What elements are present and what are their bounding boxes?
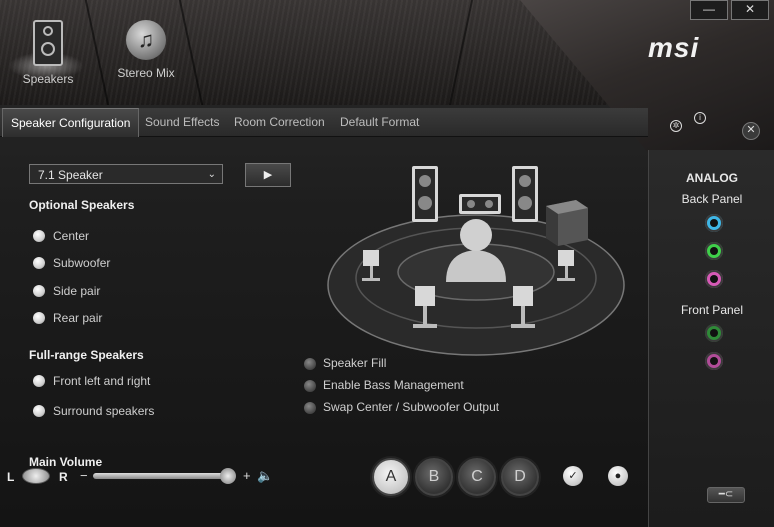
minimize-icon: — — [703, 2, 715, 16]
toggle-swap-center-sub[interactable] — [304, 401, 316, 414]
back-jack-pink[interactable] — [705, 270, 723, 288]
speaker-config-value: 7.1 Speaker — [38, 168, 103, 182]
option-bass-management-label: Enable Bass Management — [323, 378, 464, 392]
speaker-config-select[interactable]: 7.1 Speaker ⌄ — [29, 164, 223, 184]
speaker-volume-icon[interactable]: 🔈 — [257, 468, 273, 484]
option-rear-pair-label: Rear pair — [53, 310, 103, 325]
tab-stereo-mix-label: Stereo Mix — [117, 66, 175, 80]
analog-title: ANALOG — [686, 171, 738, 185]
tab-default-format[interactable]: Default Format — [332, 108, 427, 136]
balance-slider[interactable] — [22, 468, 50, 484]
front-left-speaker-icon — [412, 166, 438, 222]
front-right-speaker-icon — [512, 166, 538, 222]
close-icon: ✕ — [744, 2, 756, 16]
play-test-button[interactable]: ▶ — [245, 163, 291, 187]
option-side-pair[interactable]: Side pair — [33, 283, 100, 299]
wrench-icon[interactable]: ━⊂ — [707, 487, 745, 503]
speaker-layout-illustration — [327, 166, 625, 356]
volume-minus-icon: − — [80, 468, 88, 483]
play-icon: ▶ — [263, 169, 273, 181]
check-icon[interactable]: ✓ — [563, 466, 583, 486]
option-front-left-right[interactable]: Front left and right — [33, 373, 150, 389]
subwoofer-icon — [546, 200, 588, 246]
microphone-icon[interactable]: ● — [608, 466, 628, 486]
music-note-icon: ♫ — [126, 20, 166, 60]
device-a-button[interactable]: A — [372, 458, 410, 496]
option-surround-speakers-label: Surround speakers — [53, 403, 155, 418]
device-b-button[interactable]: B — [415, 458, 453, 496]
back-jack-blue[interactable] — [705, 214, 723, 232]
close-panel-icon[interactable]: ✕ — [742, 122, 760, 140]
device-d-button[interactable]: D — [501, 458, 539, 496]
tab-room-correction[interactable]: Room Correction — [226, 108, 333, 136]
tab-stereo-mix[interactable]: ♫ Stereo Mix — [101, 20, 191, 80]
back-jack-green[interactable] — [705, 242, 723, 260]
main-volume-title: Main Volume — [29, 455, 103, 469]
full-range-speakers-title: Full-range Speakers — [29, 348, 144, 362]
toggle-bass-management[interactable] — [304, 379, 316, 392]
volume-plus-icon: + — [243, 468, 251, 483]
option-subwoofer-label: Subwoofer — [53, 255, 111, 270]
checkbox-subwoofer[interactable] — [33, 256, 45, 269]
analog-panel: ANALOG Back Panel Front Panel ━⊂ — [648, 150, 774, 527]
front-panel-title: Front Panel — [680, 303, 744, 317]
checkbox-front-left-right[interactable] — [33, 374, 45, 387]
option-subwoofer[interactable]: Subwoofer — [33, 255, 110, 271]
gear-icon[interactable]: ✲ — [670, 120, 682, 132]
balance-right-label: R — [59, 470, 68, 484]
tab-speaker-configuration[interactable]: Speaker Configuration — [2, 108, 140, 137]
tab-speakers-label: Speakers — [22, 72, 74, 86]
app-window: Speakers ♫ Stereo Mix msi — ✕ Speaker Co… — [0, 0, 774, 527]
header-divider — [448, 0, 474, 105]
option-speaker-fill-label: Speaker Fill — [323, 356, 387, 370]
optional-speakers-title: Optional Speakers — [29, 198, 135, 212]
front-jack-pink[interactable] — [705, 352, 723, 370]
option-rear-pair[interactable]: Rear pair — [33, 310, 102, 326]
option-swap-center-sub[interactable]: Swap Center / Subwoofer Output — [304, 400, 499, 414]
center-speaker-icon — [459, 194, 501, 214]
minimize-button[interactable]: — — [690, 0, 728, 20]
checkbox-surround-speakers[interactable] — [33, 404, 45, 417]
close-button[interactable]: ✕ — [731, 0, 769, 20]
checkbox-side-pair[interactable] — [33, 284, 45, 297]
sub-tab-bar: Speaker Configuration Sound Effects Room… — [0, 108, 648, 137]
option-speaker-fill[interactable]: Speaker Fill — [304, 356, 386, 370]
device-c-button[interactable]: C — [458, 458, 496, 496]
option-front-left-right-label: Front left and right — [53, 373, 151, 388]
msi-logo: msi — [648, 32, 700, 63]
option-side-pair-label: Side pair — [53, 283, 101, 298]
checkbox-rear-pair[interactable] — [33, 311, 45, 324]
checkbox-center[interactable] — [33, 229, 45, 242]
volume-slider-thumb[interactable] — [219, 468, 236, 484]
info-icon[interactable]: i — [694, 112, 706, 124]
back-panel-title: Back Panel — [681, 192, 743, 206]
option-swap-center-sub-label: Swap Center / Subwoofer Output — [323, 400, 500, 414]
volume-slider-track[interactable] — [93, 473, 235, 479]
toggle-speaker-fill[interactable] — [304, 357, 316, 370]
chevron-down-icon: ⌄ — [207, 169, 216, 180]
option-surround-speakers[interactable]: Surround speakers — [33, 403, 154, 419]
option-center[interactable]: Center — [33, 228, 89, 244]
front-jack-green[interactable] — [705, 324, 723, 342]
speaker-icon — [33, 20, 63, 66]
option-center-label: Center — [53, 228, 90, 243]
option-bass-management[interactable]: Enable Bass Management — [304, 378, 464, 392]
tab-speakers[interactable]: Speakers — [3, 20, 93, 86]
tab-sound-effects[interactable]: Sound Effects — [137, 108, 228, 136]
balance-left-label: L — [7, 470, 15, 484]
